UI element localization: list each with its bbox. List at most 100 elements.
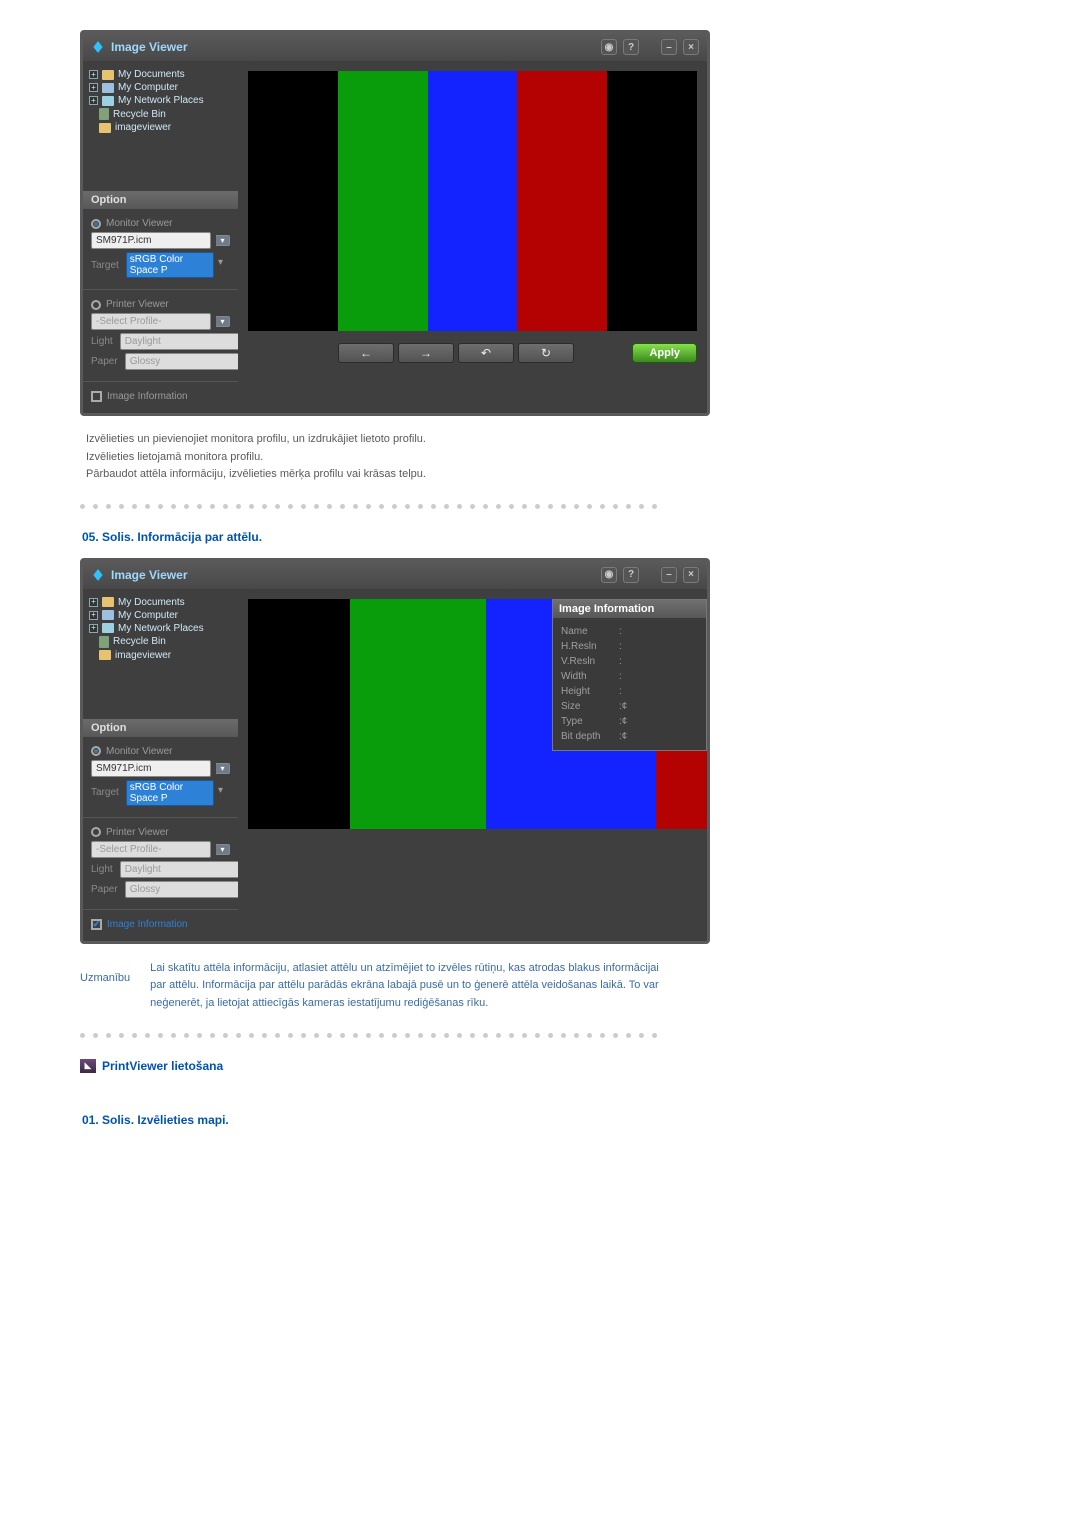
separator [80,1033,1000,1039]
app-icon [91,568,105,582]
image-info-group: ✔ Image Information [83,910,238,941]
target-label: Target [91,260,119,271]
computer-icon [102,610,114,620]
image-preview [248,71,697,331]
help-icon[interactable]: ? [623,567,639,583]
folder-tree[interactable]: +My Documents +My Computer +My Network P… [83,61,238,191]
notice-block: Uzmanību Lai skatītu attēla informāciju,… [80,960,1000,1013]
info-vres: V.Resln [561,654,619,669]
info-bitdepth: Bit depth [561,729,619,744]
tree-item[interactable]: Recycle Bin [99,636,232,648]
dropdown-icon[interactable]: ▾ [216,316,230,327]
main-preview-area: ← → ↶ ↻ Apply [238,61,707,413]
light-label: Light [91,864,113,875]
monitor-profile-input[interactable] [91,760,211,777]
doc-paragraph: Izvēlieties lietojamā monitora profilu. [86,449,1000,467]
notice-text: Lai skatītu attēla informāciju, atlasiet… [150,960,670,1013]
target-value-chip[interactable]: sRGB Color Space P [126,780,214,806]
monitor-viewer-label: Monitor Viewer [106,218,173,229]
folder-icon [102,70,114,80]
tree-label: imageviewer [115,122,171,133]
tree-item[interactable]: +My Network Places [89,95,232,106]
rotate-left-button[interactable]: ↶ [458,343,514,363]
dropdown-icon[interactable]: ▾ [216,763,230,774]
computer-icon [102,83,114,93]
network-icon [102,623,114,633]
settings-icon[interactable]: ◉ [601,567,617,583]
image-viewer-window-1: Image Viewer ◉ ? – × +My Documents +My C… [80,30,710,416]
tree-item[interactable]: imageviewer [99,122,232,133]
info-bitdepth-val: ¢ [622,729,628,744]
image-info-checkbox[interactable]: ✔ [91,919,102,930]
prev-button[interactable]: ← [338,343,394,363]
info-size-val: ¢ [622,699,628,714]
option-header: Option [83,191,238,209]
target-label: Target [91,787,119,798]
image-viewer-window-2: Image Viewer ◉ ? – × +My Documents +My C… [80,558,710,944]
tree-item[interactable]: +My Documents [89,597,232,608]
folder-icon [99,123,111,133]
recycle-icon [99,108,109,120]
monitor-viewer-radio[interactable] [91,219,101,229]
image-preview: Image Information Name: H.Resln: V.Resln… [248,599,707,829]
printer-viewer-group: Printer Viewer ▾ Light ▾ Paper [83,818,238,910]
info-hres: H.Resln [561,639,619,654]
apply-button[interactable]: Apply [632,343,697,363]
separator [80,504,1000,510]
monitor-profile-input[interactable] [91,232,211,249]
info-size: Size [561,699,619,714]
minimize-icon[interactable]: – [661,567,677,583]
tree-label: Recycle Bin [113,636,166,647]
section-icon: ◣ [80,1059,96,1073]
settings-icon[interactable]: ◉ [601,39,617,55]
tree-item[interactable]: imageviewer [99,650,232,661]
next-button[interactable]: → [398,343,454,363]
network-icon [102,96,114,106]
sidebar: +My Documents +My Computer +My Network P… [83,589,238,941]
tree-label: My Documents [118,597,185,608]
close-icon[interactable]: × [683,39,699,55]
tree-label: My Documents [118,69,185,80]
notice-label: Uzmanību [80,960,130,984]
tree-label: My Network Places [118,95,204,106]
option-header: Option [83,719,238,737]
printer-profile-input[interactable] [91,841,211,858]
printer-viewer-label: Printer Viewer [106,299,169,310]
close-icon[interactable]: × [683,567,699,583]
tree-item[interactable]: +My Computer [89,82,232,93]
dropdown-icon[interactable]: ▾ [216,235,230,246]
monitor-viewer-label: Monitor Viewer [106,746,173,757]
image-info-checkbox[interactable] [91,391,102,402]
doc-paragraph: Izvēlieties un pievienojiet monitora pro… [86,431,1000,449]
dropdown-icon[interactable]: ▾ [218,785,230,801]
tree-item[interactable]: +My Network Places [89,623,232,634]
tree-item[interactable]: Recycle Bin [99,108,232,120]
doc-paragraph: Pārbaudot attēla informāciju, izvēlietie… [86,466,1000,484]
dropdown-icon[interactable]: ▾ [216,844,230,855]
paper-label: Paper [91,884,118,895]
rotate-right-button[interactable]: ↻ [518,343,574,363]
monitor-viewer-radio[interactable] [91,746,101,756]
tree-item[interactable]: +My Computer [89,610,232,621]
step-01-title: 01. Solis. Izvēlieties mapi. [82,1113,1000,1127]
printer-profile-input[interactable] [91,313,211,330]
image-info-label: Image Information [107,919,188,930]
monitor-viewer-group: Monitor Viewer ▾ Target sRGB Color Space… [83,209,238,290]
help-icon[interactable]: ? [623,39,639,55]
dropdown-icon[interactable]: ▾ [218,257,230,273]
printer-viewer-radio[interactable] [91,300,101,310]
printer-viewer-label: Printer Viewer [106,827,169,838]
info-width: Width [561,669,619,684]
image-info-panel: Image Information Name: H.Resln: V.Resln… [552,599,707,751]
tree-label: Recycle Bin [113,109,166,120]
printer-viewer-radio[interactable] [91,827,101,837]
info-height: Height [561,684,619,699]
tree-item[interactable]: +My Documents [89,69,232,80]
target-value-chip[interactable]: sRGB Color Space P [126,252,214,278]
app-title: Image Viewer [111,40,188,54]
info-type-val: ¢ [622,714,628,729]
folder-tree[interactable]: +My Documents +My Computer +My Network P… [83,589,238,719]
minimize-icon[interactable]: – [661,39,677,55]
tree-label: My Network Places [118,623,204,634]
printer-viewer-group: Printer Viewer ▾ Light ▾ Paper [83,290,238,382]
